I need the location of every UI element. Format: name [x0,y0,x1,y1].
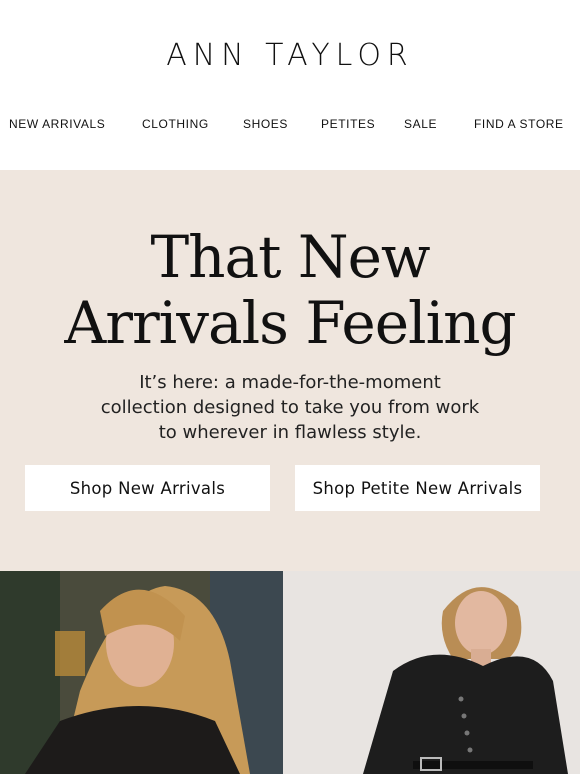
subtext-line-3: to wherever in flawless style. [158,422,422,443]
shop-new-arrivals-button[interactable]: Shop New Arrivals [25,465,270,511]
nav-find-a-store[interactable]: FIND A STORE [474,117,564,131]
nav-petites[interactable]: PETITES [321,117,375,131]
shop-petite-new-arrivals-button[interactable]: Shop Petite New Arrivals [295,465,540,511]
model-photo-left-illustration [0,571,283,774]
headline-line-1: That New [150,223,430,291]
nav-clothing[interactable]: CLOTHING [142,117,209,131]
nav-shoes[interactable]: SHOES [243,117,288,131]
subtext-line-1: It’s here: a made-for-the-moment [139,372,441,393]
brand-logo[interactable]: ANN TAYLOR [0,38,580,73]
nav-new-arrivals[interactable]: NEW ARRIVALS [9,117,105,131]
nav-sale[interactable]: SALE [404,117,437,131]
headline-line-2: Arrivals Feeling [64,289,516,357]
hero-banner: That New Arrivals Feeling It’s here: a m… [0,170,580,571]
model-photo-right[interactable] [283,571,580,774]
model-photo-left[interactable] [0,571,283,774]
hero-subtext: It’s here: a made-for-the-moment collect… [0,370,580,445]
email-header: ANN TAYLOR NEW ARRIVALS CLOTHING SHOES P… [0,0,580,170]
hero-headline: That New Arrivals Feeling [0,224,580,356]
model-photo-right-illustration [283,571,580,774]
subtext-line-2: collection designed to take you from wor… [100,397,480,418]
